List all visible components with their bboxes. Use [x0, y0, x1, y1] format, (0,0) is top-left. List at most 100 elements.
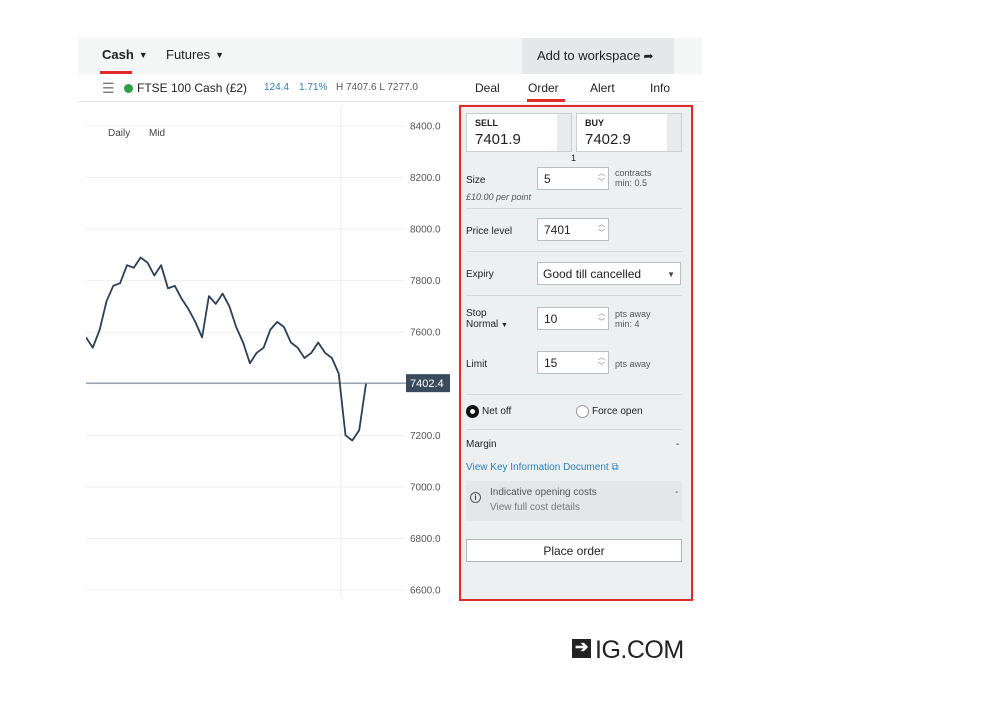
kid-link-label: View Key Information Document — [466, 462, 609, 473]
y-tick-label: 7600.0 — [410, 328, 441, 339]
top-nav: Cash ▼ Futures ▼ Add to workspace ➦ — [78, 38, 702, 74]
divider — [466, 251, 682, 252]
divider — [466, 295, 682, 296]
expiry-value: Good till cancelled — [543, 267, 642, 281]
tab-info[interactable]: Info — [650, 81, 670, 95]
expiry-select[interactable]: Good till cancelled ▼ — [537, 262, 681, 285]
view-cost-details-link[interactable]: View full cost details — [490, 502, 580, 513]
spread-value: 1 — [571, 153, 577, 163]
info-icon: i — [470, 492, 481, 503]
stop-value: 10 — [544, 312, 558, 326]
divider — [466, 394, 682, 395]
active-order-tab-indicator — [527, 99, 565, 102]
logo-text: IG.COM — [595, 636, 684, 664]
market-open-indicator — [124, 84, 133, 93]
y-tick-label: 6600.0 — [410, 586, 441, 597]
price-chart[interactable]: 8400.08200.08000.07800.07600.07400.07200… — [86, 106, 450, 598]
size-min: min: 0.5 — [615, 178, 648, 188]
stepper-icon[interactable]: ︿ ﹀ — [598, 353, 605, 371]
y-tick-label: 8200.0 — [410, 173, 441, 184]
sell-button[interactable]: SELL 7401.9 — [466, 113, 572, 152]
y-tick-label: 8000.0 — [410, 225, 441, 236]
margin-value: - — [676, 439, 680, 450]
sell-label: SELL — [475, 118, 499, 128]
expiry-label: Expiry — [466, 269, 494, 280]
stop-type-select[interactable]: Normal ▼ — [466, 319, 508, 330]
force-open-label: Force open — [592, 406, 643, 417]
instrument-change: 124.4 — [264, 82, 290, 93]
costs-value: - — [675, 487, 679, 498]
instrument-name: FTSE 100 Cash (£2) — [137, 81, 248, 95]
chevron-down-icon: ▼ — [138, 50, 148, 60]
net-off-radio[interactable] — [466, 405, 479, 418]
instrument-change-pct: 1.71% — [299, 82, 328, 93]
limit-input[interactable]: 15 ︿ ﹀ — [537, 351, 609, 374]
instrument-high-low: H 7407.6 L 7277.0 — [336, 82, 418, 93]
y-tick-label: 8400.0 — [410, 122, 441, 133]
per-point-note: £10.00 per point — [466, 192, 532, 202]
chevron-down-icon: ▼ — [667, 270, 675, 279]
limit-value: 15 — [544, 356, 558, 370]
price-level-value: 7401 — [544, 223, 571, 237]
buy-button-edge — [667, 114, 681, 151]
size-value: 5 — [544, 172, 551, 186]
y-tick-label: 7200.0 — [410, 431, 441, 442]
force-open-radio[interactable] — [576, 405, 589, 418]
tab-alert[interactable]: Alert — [590, 81, 615, 95]
nav-tab-cash[interactable]: Cash ▼ — [102, 47, 148, 62]
price-chart-svg: 8400.08200.08000.07800.07600.07400.07200… — [86, 106, 450, 598]
instrument-bar: ☰ FTSE 100 Cash (£2) 124.4 1.71% H 7407.… — [78, 76, 702, 102]
y-tick-label: 7000.0 — [410, 482, 441, 493]
current-price-label: 7402.4 — [410, 378, 444, 390]
size-label: Size — [466, 175, 486, 186]
tab-order[interactable]: Order — [528, 81, 559, 95]
buy-price: 7402.9 — [585, 131, 631, 148]
stepper-icon[interactable]: ︿ ﹀ — [598, 309, 605, 327]
costs-title: Indicative opening costs — [490, 487, 597, 498]
divider — [466, 429, 682, 430]
price-series-line — [86, 256, 367, 442]
nav-tab-futures[interactable]: Futures ▼ — [166, 47, 224, 62]
stop-type-value: Normal — [466, 319, 499, 330]
indicative-costs-box: i Indicative opening costs - View full c… — [466, 481, 682, 521]
external-link-icon: ⧉ — [611, 462, 619, 473]
logo-arrow-icon: ➔ — [572, 639, 591, 658]
place-order-button[interactable]: Place order — [466, 539, 682, 562]
nav-tab-futures-label: Futures — [166, 47, 211, 62]
stop-min: min: 4 — [615, 319, 640, 329]
order-ticket-panel: SELL 7401.9 BUY 7402.9 1 Size 5 ︿ ﹀ contr… — [460, 104, 694, 600]
divider — [466, 208, 682, 209]
nav-tab-cash-label: Cash — [102, 47, 134, 62]
size-input[interactable]: 5 ︿ ﹀ — [537, 167, 609, 190]
menu-icon[interactable]: ☰ — [102, 80, 115, 97]
net-off-label: Net off — [482, 406, 512, 417]
chart-period-label[interactable]: Daily — [108, 128, 130, 139]
sell-price: 7401.9 — [475, 131, 521, 148]
limit-label: Limit — [466, 359, 488, 370]
stop-unit: pts away — [615, 309, 651, 319]
price-level-input[interactable]: 7401 ︿ ﹀ — [537, 218, 609, 241]
add-to-workspace-label: Add to workspace — [537, 48, 641, 63]
buy-button[interactable]: BUY 7402.9 — [576, 113, 682, 152]
key-information-document-link[interactable]: View Key Information Document ⧉ — [466, 462, 619, 473]
sell-button-edge — [557, 114, 571, 151]
buy-label: BUY — [585, 118, 605, 128]
stepper-icon[interactable]: ︿ ﹀ — [598, 169, 605, 187]
stop-unit-note: pts away min: 4 — [615, 309, 651, 329]
stop-label: Stop — [466, 308, 487, 319]
tab-deal[interactable]: Deal — [475, 81, 500, 95]
trading-app: Cash ▼ Futures ▼ Add to workspace ➦ ☰ FTSE … — [78, 38, 702, 600]
limit-unit: pts away — [615, 359, 651, 369]
y-tick-label: 6800.0 — [410, 534, 441, 545]
chart-price-type-label[interactable]: Mid — [149, 128, 165, 139]
share-arrow-icon: ➦ — [643, 49, 654, 63]
size-unit-note: contracts min: 0.5 — [615, 168, 652, 188]
margin-label: Margin — [466, 439, 497, 450]
y-tick-label: 7800.0 — [410, 276, 441, 287]
chevron-down-icon: ▼ — [215, 50, 224, 60]
size-unit: contracts — [615, 168, 652, 178]
add-to-workspace-button[interactable]: Add to workspace ➦ — [522, 38, 674, 74]
stop-input[interactable]: 10 ︿ ﹀ — [537, 307, 609, 330]
stepper-icon[interactable]: ︿ ﹀ — [598, 220, 605, 238]
chevron-down-icon: ▼ — [501, 322, 508, 329]
